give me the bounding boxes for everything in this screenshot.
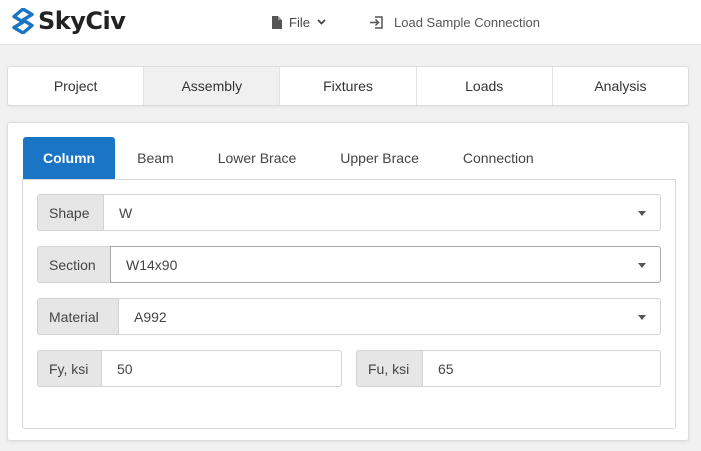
load-sample-connection-button[interactable]: Load Sample Connection [369,12,540,32]
brand-name: SkyCiv [38,7,126,35]
section-select[interactable]: W14x90 [110,246,661,283]
material-label: Material [37,298,118,335]
tab-fixtures[interactable]: Fixtures [280,67,417,105]
brand-logo[interactable]: SkyCiv [12,6,126,36]
member-tabs: Column Beam Lower Brace Upper Brace Conn… [23,137,556,179]
login-icon [370,15,383,29]
file-menu-button[interactable]: File [272,12,326,32]
tab-analysis[interactable]: Analysis [553,67,688,105]
tab-upper-brace[interactable]: Upper Brace [318,137,441,179]
fy-value: 50 [117,360,133,377]
section-label: Section [37,246,110,283]
fy-label: Fy, ksi [37,350,101,387]
material-value: A992 [134,308,167,325]
section-row: Section W14x90 [37,246,661,283]
fy-row: Fy, ksi 50 [37,350,342,387]
column-form: Shape W Section W14x90 Material A992 Fy, [22,179,676,429]
fu-value: 65 [438,360,454,377]
skyciv-logo-icon [12,8,34,34]
tab-loads[interactable]: Loads [417,67,553,105]
tab-column[interactable]: Column [23,137,116,179]
fy-input[interactable]: 50 [101,350,342,387]
tab-lower-brace[interactable]: Lower Brace [196,137,319,179]
file-menu-label: File [289,14,310,30]
tab-connection[interactable]: Connection [441,137,556,179]
shape-label: Shape [37,194,103,231]
top-bar: SkyCiv File Load Sample Connection [0,0,701,45]
material-row: Material A992 [37,298,661,335]
fu-row: Fu, ksi 65 [356,350,661,387]
fu-label: Fu, ksi [356,350,422,387]
main-tabs: Project Assembly Fixtures Loads Analysis [7,66,689,106]
tab-beam[interactable]: Beam [115,137,196,179]
assembly-panel: Column Beam Lower Brace Upper Brace Conn… [7,122,689,441]
load-sample-label: Load Sample Connection [394,14,540,30]
fu-input[interactable]: 65 [422,350,661,387]
caret-down-icon [638,315,646,320]
caret-down-icon [638,211,646,216]
tab-project[interactable]: Project [8,67,145,105]
shape-value: W [119,204,133,221]
shape-row: Shape W [37,194,661,231]
file-icon [272,15,282,29]
caret-down-icon [638,263,646,268]
chevron-down-icon [317,19,326,25]
section-value: W14x90 [126,256,178,273]
tab-assembly[interactable]: Assembly [144,67,281,105]
shape-select[interactable]: W [103,194,661,231]
material-select[interactable]: A992 [118,298,661,335]
